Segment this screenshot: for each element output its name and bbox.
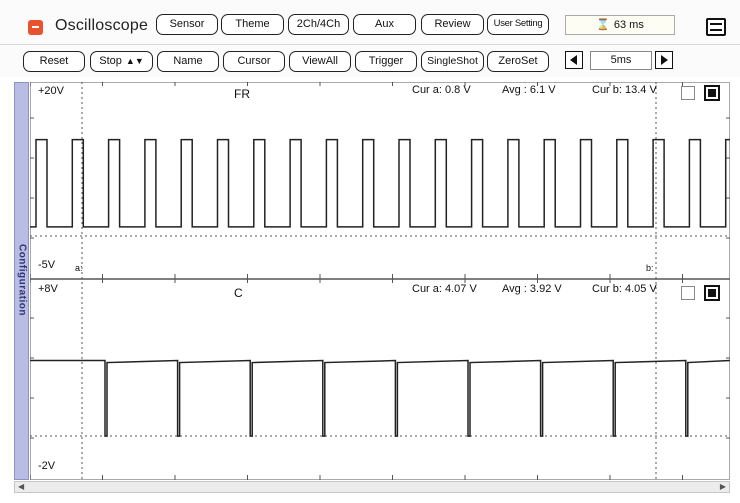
reset-button[interactable]: Reset [23,51,85,72]
c-cursor-a-readout: Cur a: 4.07 V [412,283,477,295]
sensor-button[interactable]: Sensor [156,14,218,35]
up-down-arrows-icon: ▲▼ [125,56,144,66]
stop-button[interactable]: Stop ▲▼ [90,51,153,72]
fr-channel-name[interactable]: FR [234,87,250,101]
c-channel-name[interactable]: C [234,286,243,300]
horizontal-scrollbar[interactable]: ◀ ▶ [14,481,730,493]
c-waveform-trace [30,359,730,437]
stop-button-label: Stop [99,55,122,67]
fr-checkbox[interactable] [681,86,695,100]
single-shot-button[interactable]: SingleShot [421,51,484,72]
fr-cursor-b-readout: Cur b: 13.4 V [592,84,657,96]
cursor-a-marker[interactable]: a: [75,263,83,273]
review-button[interactable]: Review [421,14,484,35]
app-title: Oscilloscope [55,17,149,34]
c-average-readout: Avg : 3.92 V [502,283,562,295]
fr-maximize-toggle[interactable] [704,85,720,101]
fr-cursor-a-readout: Cur a: 0.8 V [412,84,471,96]
c-top-scale-label: +8V [38,283,58,295]
app-icon[interactable] [28,20,43,35]
right-arrow-icon [661,55,668,65]
title-toolbar: Oscilloscope Sensor Theme 2Ch/4Ch Aux Re… [0,0,740,45]
configuration-tab-label: Configuration [16,243,28,317]
scroll-right-icon[interactable]: ▶ [720,482,726,492]
fr-top-scale-label: +20V [38,85,64,97]
left-arrow-icon [570,55,577,65]
c-bottom-scale-label: -2V [38,460,56,472]
menu-icon[interactable] [706,18,726,36]
waveform-canvas[interactable] [30,82,730,480]
fr-waveform-trace [30,138,730,228]
c-maximize-toggle[interactable] [704,285,720,301]
timebase-increase-button[interactable] [655,51,673,69]
timebase-value: 5ms [590,51,652,70]
view-all-button[interactable]: ViewAll [289,51,351,72]
timebase-decrease-button[interactable] [565,51,583,69]
cursor-button[interactable]: Cursor [223,51,285,72]
c-checkbox[interactable] [681,286,695,300]
aux-button[interactable]: Aux [353,14,416,35]
elapsed-time-value: 63 ms [613,19,644,31]
c-cursor-b-readout: Cur b: 4.05 V [592,283,657,295]
scroll-left-icon[interactable]: ◀ [18,482,24,492]
theme-button[interactable]: Theme [221,14,284,35]
channels-button[interactable]: 2Ch/4Ch [288,14,349,35]
elapsed-time-display: ⌛ 63 ms [565,15,675,35]
hourglass-icon: ⌛ [596,19,610,31]
name-button[interactable]: Name [157,51,219,72]
zero-set-button[interactable]: ZeroSet [487,51,549,72]
user-setting-button[interactable]: User Setting [487,14,549,35]
fr-bottom-scale-label: -5V [38,259,56,271]
cursor-b-marker[interactable]: b: [646,263,654,273]
fr-average-readout: Avg : 6.1 V [502,84,556,96]
trigger-button[interactable]: Trigger [355,51,417,72]
grid [30,82,730,480]
